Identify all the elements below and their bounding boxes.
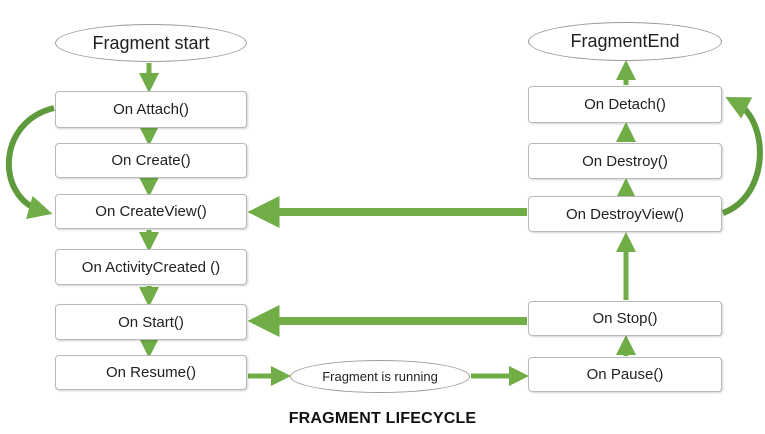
on-destroyview-label: On DestroyView() bbox=[565, 205, 685, 223]
on-resume-box: On Resume() bbox=[55, 355, 247, 390]
on-destroyview-box: On DestroyView() bbox=[528, 196, 722, 232]
on-start-box: On Start() bbox=[55, 304, 247, 340]
on-pause-box: On Pause() bbox=[528, 357, 722, 392]
on-resume-label: On Resume() bbox=[105, 364, 197, 381]
on-pause-label: On Pause() bbox=[586, 366, 664, 383]
fragment-start-label: Fragment start bbox=[92, 32, 210, 53]
on-stop-label: On Stop() bbox=[592, 310, 658, 327]
on-create-box: On Create() bbox=[55, 143, 247, 178]
on-activitycreated-box: On ActivityCreated () bbox=[55, 249, 247, 285]
on-detach-box: On Detach() bbox=[528, 86, 722, 123]
fragment-running-label: Fragment is running bbox=[322, 369, 438, 384]
on-start-label: On Start() bbox=[118, 313, 184, 331]
fragment-running-ellipse: Fragment is running bbox=[290, 360, 470, 393]
fragment-end-label: FragmentEnd bbox=[570, 31, 680, 51]
on-createview-label: On CreateView() bbox=[95, 203, 207, 220]
fragment-start-ellipse: Fragment start bbox=[55, 24, 247, 62]
on-destroy-box: On Destroy() bbox=[528, 143, 722, 179]
on-attach-box: On Attach() bbox=[55, 91, 247, 128]
curve-destroyview-to-detach bbox=[721, 97, 763, 216]
on-create-label: On Create() bbox=[111, 152, 191, 169]
on-stop-box: On Stop() bbox=[528, 301, 722, 336]
fragment-end-ellipse: FragmentEnd bbox=[528, 22, 722, 61]
fragment-lifecycle-diagram: Fragment start FragmentEnd On Attach() O… bbox=[0, 0, 765, 434]
on-attach-label: On Attach() bbox=[113, 101, 189, 118]
on-detach-label: On Detach() bbox=[584, 96, 666, 113]
curve-attach-to-createview bbox=[6, 105, 55, 219]
on-createview-box: On CreateView() bbox=[55, 194, 247, 229]
on-activitycreated-label: On ActivityCreated () bbox=[81, 258, 221, 276]
diagram-caption: FRAGMENT LIFECYCLE bbox=[288, 410, 477, 427]
on-destroy-label: On Destroy() bbox=[582, 152, 668, 170]
